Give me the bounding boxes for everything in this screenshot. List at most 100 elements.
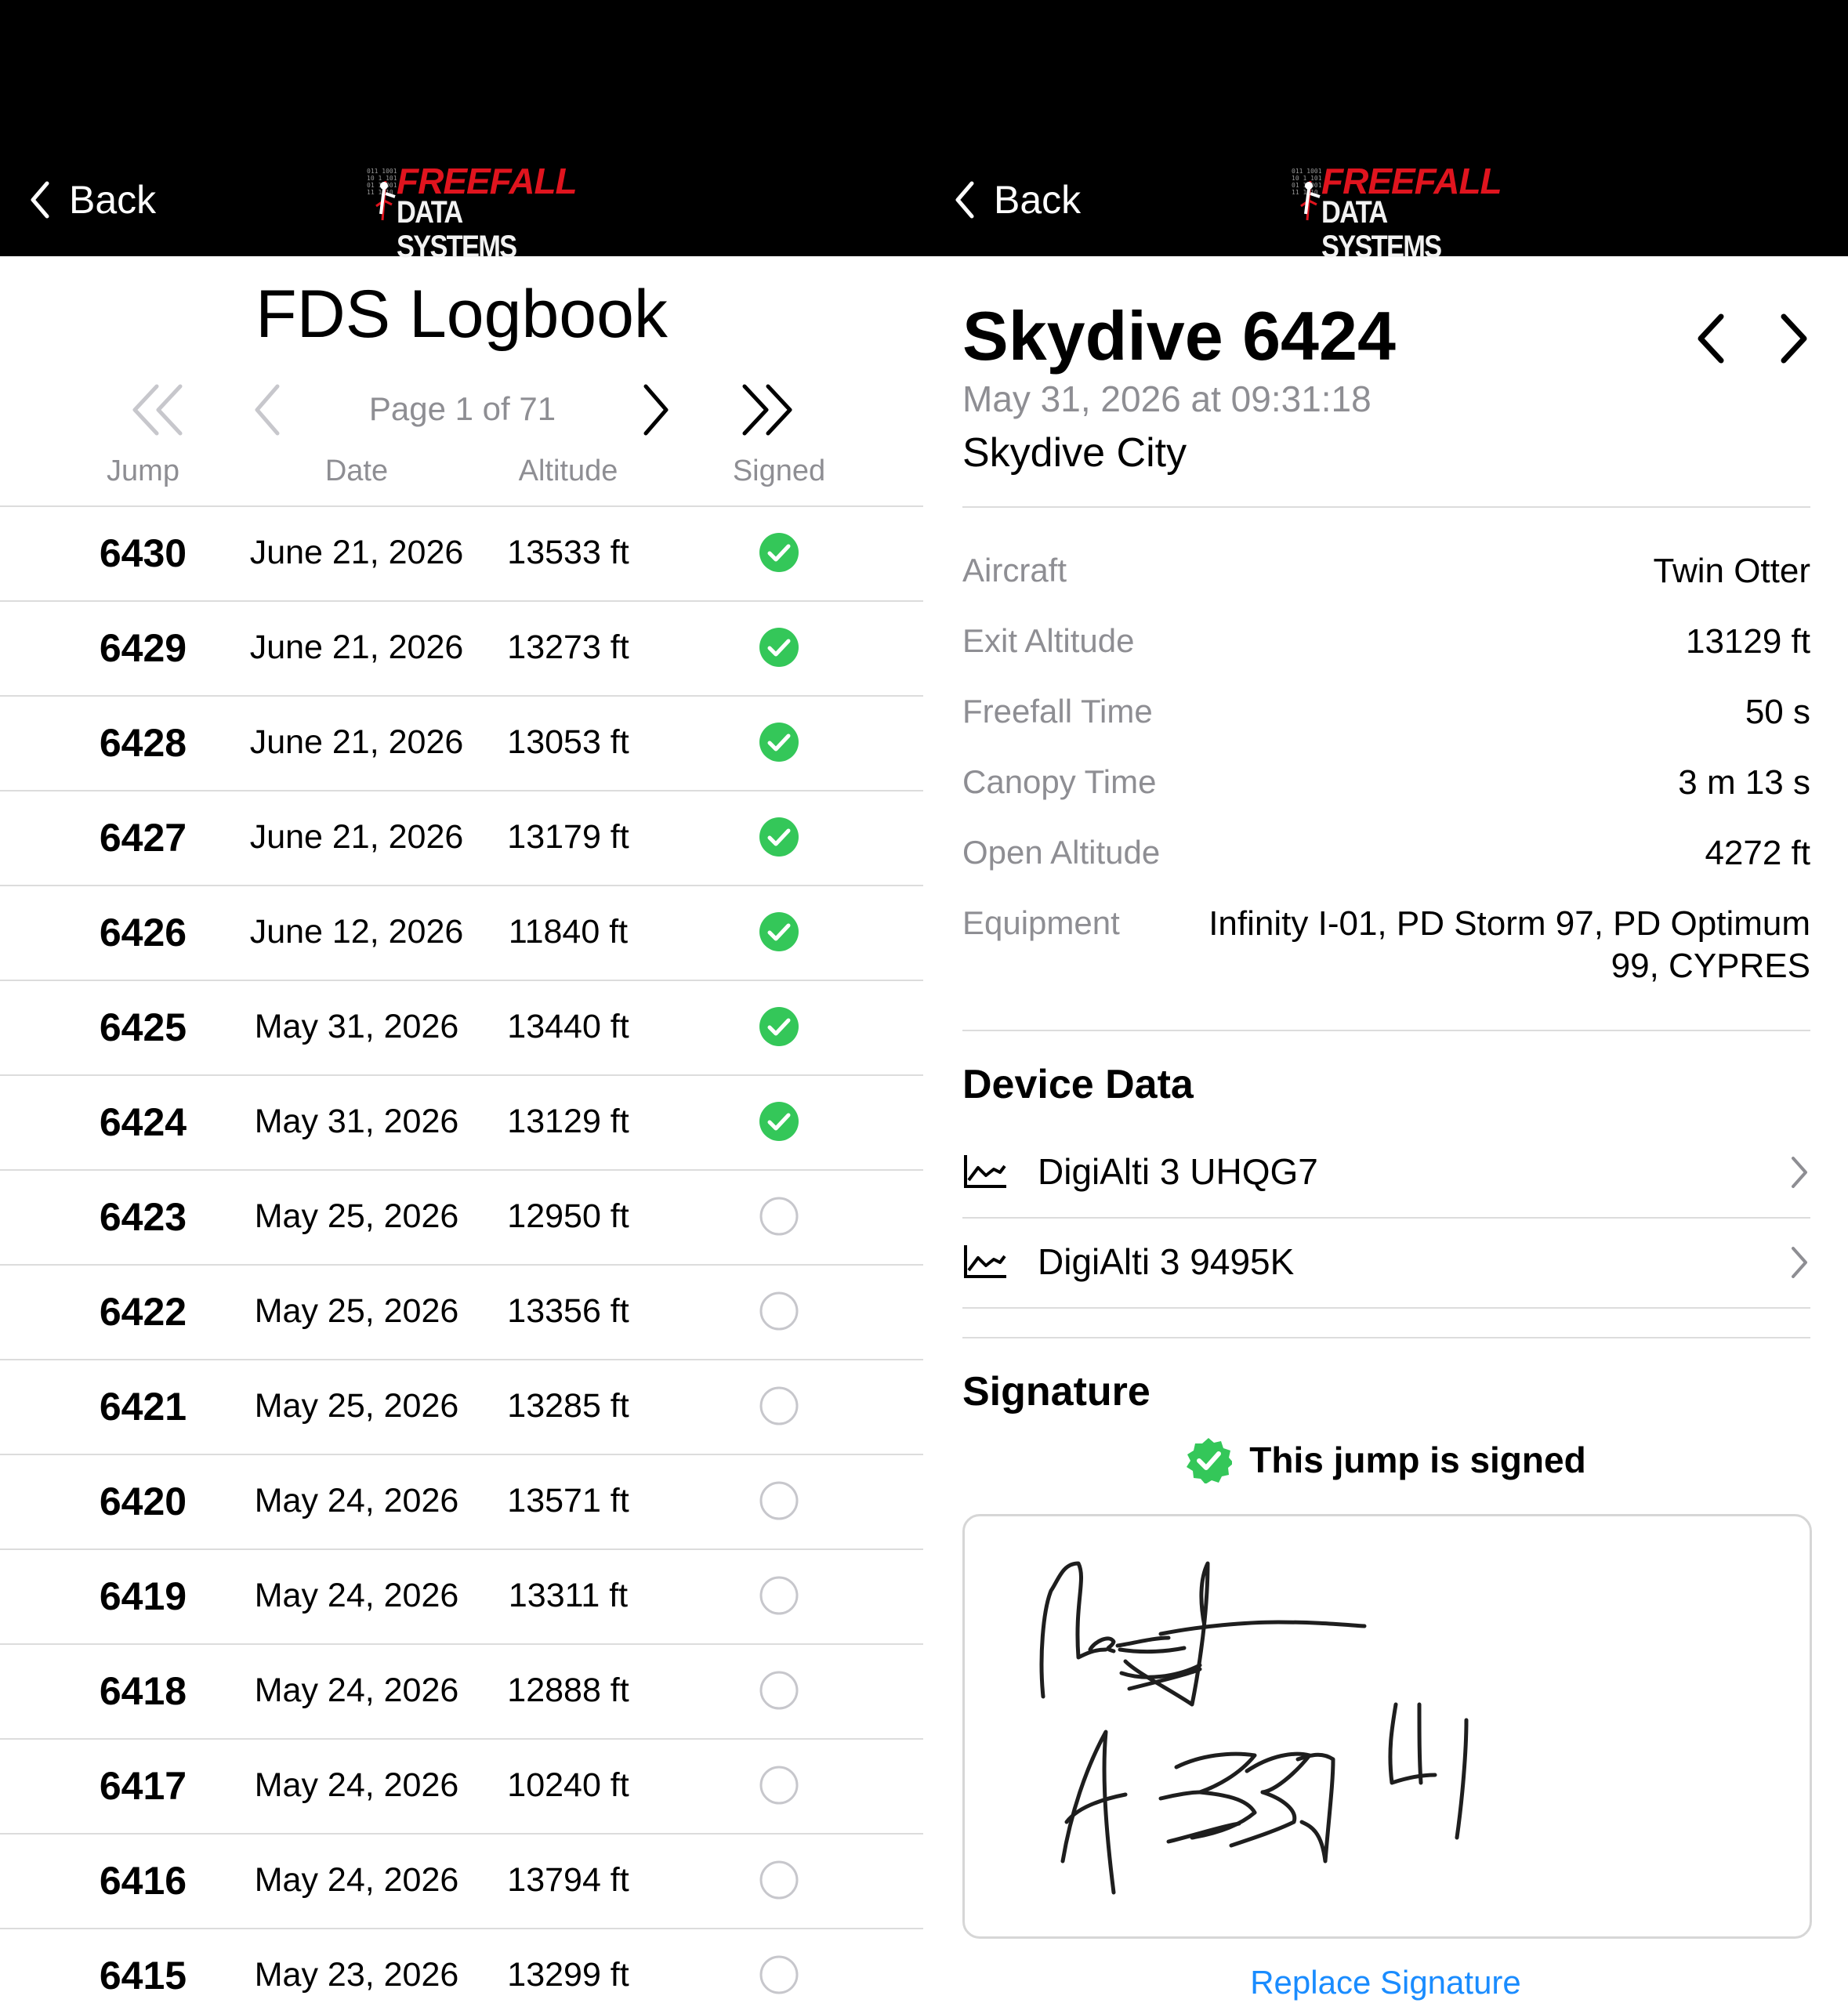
chevron-double-left-icon[interactable] (130, 379, 185, 441)
chevron-right-icon (1792, 1247, 1807, 1278)
jump-number: 6417 (99, 1764, 187, 1808)
column-header-jump: Jump (107, 455, 179, 487)
jump-date: June 21, 2026 (249, 818, 464, 856)
jump-date: June 21, 2026 (249, 723, 464, 761)
checkmark-circle-icon (759, 628, 799, 667)
device-row[interactable]: DigiAlti 3 9495K (962, 1219, 1810, 1309)
jump-date: May 31, 2026 (254, 1008, 459, 1045)
jump-number: 6425 (99, 1005, 187, 1049)
freefall-time-value: 50 s (1745, 693, 1810, 731)
jump-number: 6427 (99, 816, 187, 860)
chevron-left-icon[interactable] (252, 379, 284, 441)
device-data-heading: Device Data (962, 1062, 1194, 1107)
empty-circle-icon (759, 1766, 799, 1805)
chevron-double-right-icon[interactable] (740, 379, 795, 441)
checkmark-circle-icon (759, 1007, 799, 1046)
signature-heading: Signature (962, 1369, 1150, 1414)
device-row[interactable]: DigiAlti 3 UHQG7 (962, 1128, 1810, 1219)
table-row[interactable]: 6429 June 21, 2026 13273 ft (0, 600, 923, 695)
table-row[interactable]: 6418 May 24, 2026 12888 ft (0, 1643, 923, 1738)
previous-jump-button[interactable] (1691, 307, 1730, 370)
table-row[interactable]: 6420 May 24, 2026 13571 ft (0, 1454, 923, 1548)
replace-signature-link[interactable]: Replace Signature (923, 1964, 1848, 2001)
table-row[interactable]: 6422 May 25, 2026 13356 ft (0, 1264, 923, 1359)
freefall-logo: 011 1001 10 1 101 01 1 001 11 1 10 FREEF… (359, 161, 578, 264)
signed-status: This jump is signed (923, 1436, 1848, 1484)
jump-altitude: 13179 ft (507, 818, 629, 856)
table-row[interactable]: 6428 June 21, 2026 13053 ft (0, 695, 923, 790)
jump-date: May 25, 2026 (254, 1387, 459, 1425)
table-row[interactable]: 6427 June 21, 2026 13179 ft (0, 790, 923, 885)
jump-altitude: 13533 ft (507, 534, 629, 571)
jump-altitude: 12950 ft (507, 1197, 629, 1235)
nav-bar: Back 011 1001 10 1 101 01 1 001 11 1 10 … (0, 0, 923, 264)
empty-circle-icon (759, 1860, 799, 1900)
column-header-signed: Signed (732, 455, 826, 487)
table-row[interactable]: 6423 May 25, 2026 12950 ft (0, 1169, 923, 1264)
jump-title: Skydive 6424 (962, 297, 1396, 375)
table-row[interactable]: 6416 May 24, 2026 13794 ft (0, 1833, 923, 1928)
logbook-screen: Back 011 1001 10 1 101 01 1 001 11 1 10 … (0, 0, 923, 2003)
jump-number: 6428 (99, 721, 187, 765)
exit-altitude-label: Exit Altitude (962, 622, 1135, 659)
jump-number: 6419 (99, 1574, 187, 1618)
canopy-time-value: 3 m 13 s (1678, 763, 1810, 802)
aircraft-value: Twin Otter (1653, 552, 1811, 590)
back-label: Back (69, 178, 157, 222)
jump-altitude: 11840 ft (508, 913, 629, 951)
table-row[interactable]: 6415 May 23, 2026 13299 ft (0, 1928, 923, 2003)
svg-text:10 1 101: 10 1 101 (1292, 175, 1322, 182)
next-jump-button[interactable] (1774, 307, 1814, 370)
equipment-value-line1: Infinity I-01, PD Storm 97, PD Optimum (1208, 904, 1810, 943)
svg-text:011 1001: 011 1001 (1292, 168, 1322, 175)
table-row[interactable]: 6417 May 24, 2026 10240 ft (0, 1738, 923, 1833)
chevron-right-icon (1792, 1157, 1807, 1188)
device-name: DigiAlti 3 UHQG7 (1038, 1151, 1318, 1192)
table-row[interactable]: 6421 May 25, 2026 13285 ft (0, 1359, 923, 1454)
chevron-right-icon[interactable] (640, 379, 671, 441)
jump-altitude: 13356 ft (507, 1292, 629, 1330)
table-row[interactable]: 6419 May 24, 2026 13311 ft (0, 1548, 923, 1643)
jump-altitude: 13299 ft (507, 1956, 629, 1994)
aircraft-label: Aircraft (962, 552, 1067, 589)
checkmark-circle-icon (759, 817, 799, 857)
jump-number: 6420 (99, 1480, 187, 1523)
table-row[interactable]: 6430 June 21, 2026 13533 ft (0, 505, 923, 600)
empty-circle-icon (759, 1386, 799, 1425)
divider (962, 1337, 1810, 1338)
jump-date: May 23, 2026 (254, 1956, 459, 1994)
table-row[interactable]: 6425 May 31, 2026 13440 ft (0, 980, 923, 1074)
checkmark-circle-icon (759, 912, 799, 951)
jump-date: May 25, 2026 (254, 1292, 459, 1330)
jump-number: 6429 (99, 626, 187, 670)
jump-altitude: 12888 ft (507, 1672, 629, 1709)
nav-bar: Back 011 1001 10 1 101 01 1 001 11 1 10 … (923, 0, 1848, 264)
empty-circle-icon (759, 1576, 799, 1615)
svg-text:10 1 101: 10 1 101 (367, 175, 397, 182)
column-header-date: Date (324, 455, 389, 487)
page-indicator: Page 1 of 71 (368, 390, 556, 427)
jump-altitude: 13273 ft (507, 628, 629, 666)
back-button[interactable]: Back (28, 172, 156, 227)
line-chart-icon (964, 1155, 1006, 1188)
handwritten-signature (1039, 1561, 1469, 1895)
jump-altitude: 13285 ft (507, 1387, 629, 1425)
empty-circle-icon (759, 1671, 799, 1710)
table-row[interactable]: 6424 May 31, 2026 13129 ft (0, 1074, 923, 1169)
checkmark-circle-icon (759, 533, 799, 572)
back-button[interactable]: Back (953, 172, 1081, 227)
logo-datasystems-text: DATA SYSTEMS (1321, 195, 1442, 264)
table-row[interactable]: 6426 June 12, 2026 11840 ft (0, 885, 923, 980)
jump-number: 6430 (99, 531, 187, 575)
jump-altitude: 13794 ft (507, 1861, 629, 1899)
signed-text: This jump is signed (1249, 1439, 1586, 1480)
jump-date: May 24, 2026 (254, 1861, 459, 1899)
column-header-altitude: Altitude (518, 455, 618, 487)
freefall-logo: 011 1001 10 1 101 01 1 001 11 1 10 FREEF… (1284, 161, 1502, 264)
signature-box[interactable] (962, 1514, 1812, 1939)
checkmark-circle-icon (759, 723, 799, 762)
jump-detail-screen: Back 011 1001 10 1 101 01 1 001 11 1 10 … (923, 0, 1848, 2003)
verified-badge-icon (1187, 1437, 1234, 1484)
freefall-time-label: Freefall Time (962, 693, 1153, 730)
open-altitude-value: 4272 ft (1705, 834, 1810, 872)
